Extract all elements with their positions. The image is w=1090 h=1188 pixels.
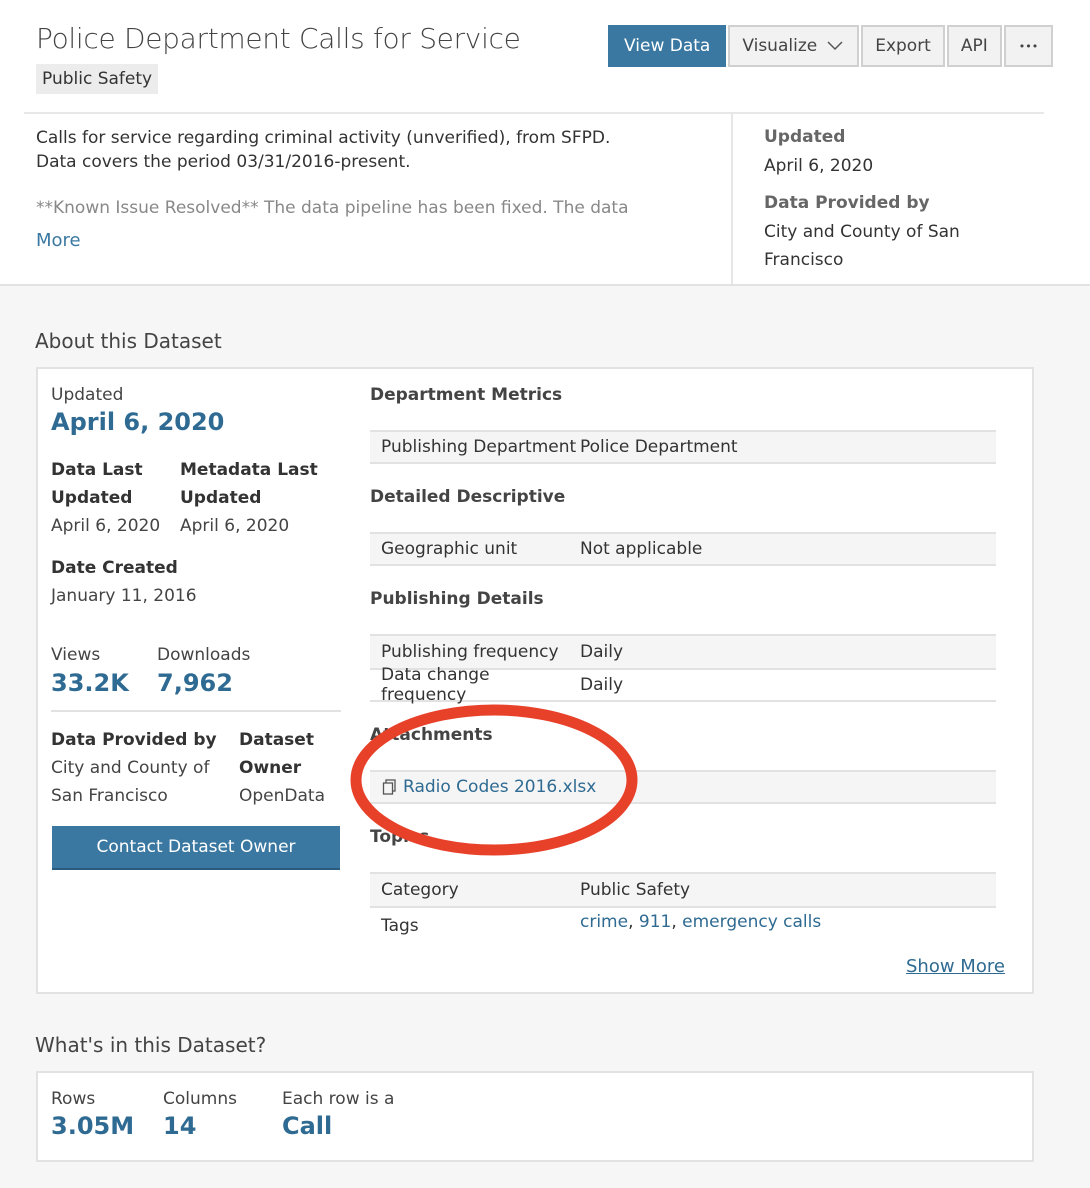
action-toolbar: View Data Visualize Export API ••• [608,25,1054,68]
each-row-label: Each row is a [282,1089,395,1109]
table-row: Category Public Safety [370,872,996,906]
provided-value: City and County of San Francisco [51,758,210,806]
whats-in-heading: What's in this Dataset? [35,1033,267,1057]
owner-value: OpenData [239,786,325,806]
section-publishing-details: Publishing Details [370,589,544,609]
row-key: Category [381,880,459,900]
table-row: Data change frequency Daily [370,665,996,705]
date-created-label: Date Created [51,558,178,578]
chevron-down-icon [827,41,843,51]
contact-owner-button[interactable]: Contact Dataset Owner [52,826,340,870]
table-row: Publishing Department Police Department [370,430,996,464]
updated-label: Updated [51,385,124,405]
downloads-label: Downloads [157,645,251,665]
table-row: Tags crime, 911, emergency calls [370,906,996,946]
downloads-value: 7,962 [157,669,233,697]
updated-value: April 6, 2020 [764,156,874,176]
row-key: Geographic unit [381,539,518,559]
page-title: Police Department Calls for Service [36,22,521,55]
category-badge[interactable]: Public Safety [36,64,159,94]
about-heading: About this Dataset [35,329,222,353]
row-value: Daily [580,642,624,662]
view-data-button[interactable]: View Data [608,25,727,67]
annotation-ellipse [350,704,638,856]
row-key: Publishing frequency [381,642,559,662]
description-faded: **Known Issue Resolved** The data pipeli… [36,198,629,218]
views-label: Views [51,645,101,665]
export-button[interactable]: Export [861,25,945,67]
more-link[interactable]: More [36,230,81,251]
metadata-last-updated-label: Metadata Last Updated [180,460,318,508]
table-row: Publishing frequency Daily [370,634,996,668]
owner-label: Dataset Owner [239,730,314,778]
row-value: Public Safety [580,880,691,900]
row-value: Daily [580,675,624,695]
data-last-updated-value: April 6, 2020 [51,516,161,536]
date-created-value: January 11, 2016 [51,586,197,606]
tag-link[interactable]: 911 [639,912,671,932]
rows-label: Rows [51,1089,96,1109]
rows-value: 3.05M [51,1112,135,1140]
metadata-last-updated-value: April 6, 2020 [180,516,290,536]
row-key: Publishing Department [381,437,577,457]
tag-link[interactable]: emergency calls [682,912,821,932]
each-row-value: Call [282,1112,333,1140]
more-options-button[interactable]: ••• [1003,25,1054,67]
section-department-metrics: Department Metrics [370,385,563,405]
columns-value: 14 [163,1112,197,1140]
provided-label: Data Provided by [51,730,217,750]
updated-label: Updated [764,127,846,147]
section-detailed-descriptive: Detailed Descriptive [370,487,566,507]
row-key: Data change frequency [381,665,490,705]
divider [51,710,341,712]
divider [24,112,1044,114]
provided-label: Data Provided by [764,193,930,213]
columns-label: Columns [163,1089,237,1109]
tag-link[interactable]: crime [580,912,628,932]
api-button[interactable]: API [946,25,1002,67]
provided-value: City and County of San Francisco [764,222,960,270]
updated-value: April 6, 2020 [51,408,225,436]
divider [731,114,733,284]
row-key: Tags [381,916,419,936]
visualize-button[interactable]: Visualize [728,25,860,67]
description: Calls for service regarding criminal act… [36,128,611,172]
row-value: Police Department [580,437,738,457]
visualize-label: Visualize [742,36,818,56]
show-more-link[interactable]: Show More [906,956,1005,977]
table-row: Geographic unit Not applicable [370,532,996,566]
data-last-updated-label: Data Last Updated [51,460,143,508]
row-value: Not applicable [580,539,703,559]
views-value: 33.2K [51,669,129,697]
